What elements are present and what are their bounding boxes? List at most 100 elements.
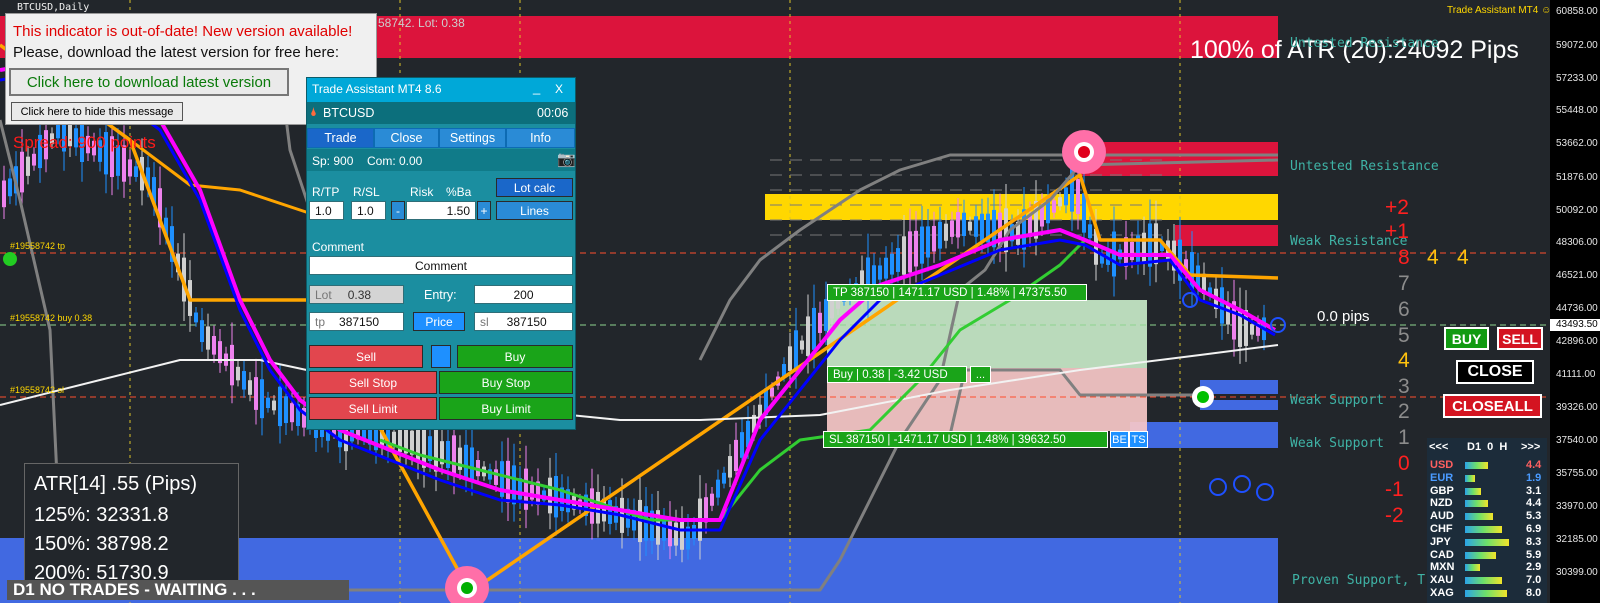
symbol-timeframe: BTCUSD,Daily [17, 2, 90, 13]
spread-text: Spread: 900 points [13, 133, 156, 152]
trailing-stop-button[interactable]: TS [1129, 431, 1148, 448]
tp-box[interactable]: TP 387150 | 1471.17 USD | 1.48% | 47375.… [827, 284, 1087, 301]
download-latest-button[interactable]: Click here to download latest version [9, 68, 289, 96]
lines-button[interactable]: Lines [496, 201, 573, 220]
candle-body [830, 298, 834, 319]
hide-message-button[interactable]: Click here to hide this message [11, 102, 183, 121]
candle-body [1052, 200, 1056, 213]
candle-body [230, 344, 234, 386]
strength-value: 5.3 [1526, 510, 1542, 523]
panel-spread: Sp: 900 [312, 154, 354, 168]
candle-body [260, 379, 264, 419]
entry-input[interactable]: 200 [474, 285, 573, 304]
candle-body [896, 248, 900, 272]
sell-button[interactable]: Sell [309, 345, 423, 368]
price-tick-label: 39326.00 [1556, 402, 1598, 413]
comment-input[interactable]: Comment [309, 256, 573, 275]
level-number: 4 [1457, 246, 1469, 269]
tab-trade[interactable]: Trade [307, 128, 374, 148]
candle-body [242, 371, 246, 390]
level-number: 1 [1398, 426, 1410, 449]
strength-bar [1465, 526, 1502, 533]
level-number: 8 [1398, 246, 1410, 269]
minimize-button[interactable]: _ [533, 80, 540, 95]
camera-icon[interactable]: 📷 [557, 150, 576, 168]
breakeven-button[interactable]: BE [1110, 431, 1129, 448]
price-tick-label: 55448.00 [1556, 105, 1598, 116]
strength-value: 3.1 [1526, 484, 1542, 497]
alert-line-2: Please, download the latest version for … [13, 44, 340, 61]
close-panel-button[interactable]: X [555, 82, 563, 96]
currency-code: USD [1430, 459, 1454, 471]
candle-body [908, 231, 912, 273]
candle-body [680, 521, 684, 550]
candle-body [722, 472, 726, 484]
candle-body [392, 431, 396, 446]
tab-info[interactable]: Info [506, 128, 575, 148]
atr-box: ATR[14] .55 (Pips) 125%: 32331.8 150%: 3… [24, 463, 239, 586]
left-green-dot [3, 252, 17, 266]
buy-limit-button[interactable]: Buy Limit [439, 397, 573, 420]
chart-close-button[interactable]: CLOSE [1456, 360, 1534, 384]
level-number: 3 [1398, 375, 1410, 398]
currency-code: XAU [1430, 574, 1454, 587]
price-button[interactable]: Price [413, 312, 465, 331]
mt4-window: BTCUSD,Daily Trade Assistant MT4 ☺ 100% … [0, 0, 1600, 603]
chart-buy-button[interactable]: BUY [1444, 327, 1489, 350]
panel-titlebar[interactable]: Trade Assistant MT4 8.6 _ X [307, 78, 575, 102]
strength-value: 4.4 [1526, 497, 1542, 510]
candle-body [1142, 232, 1146, 263]
sl-input[interactable]: sl 387150 [474, 312, 573, 331]
candle-body [920, 226, 924, 264]
buy-button[interactable]: Buy [457, 345, 573, 368]
candle-body [464, 444, 468, 478]
strength-bar [1465, 577, 1502, 585]
risk-increase-button[interactable]: + [477, 201, 491, 220]
sl-box[interactable]: SL 387150 | -1471.17 USD | 1.48% | 39632… [823, 431, 1108, 448]
candle-body [710, 493, 714, 506]
buy-stop-button[interactable]: Buy Stop [439, 371, 573, 394]
order-text-behind-alert: 58742. Lot: 0.38 [378, 16, 465, 30]
toggle-square-button[interactable] [431, 345, 451, 368]
pivot-marker-top-core [1078, 146, 1090, 158]
arrow-marker [1182, 292, 1198, 308]
candle-body [644, 506, 648, 541]
corner-title: Trade Assistant MT4 ☺ [1447, 5, 1552, 16]
candle-body [800, 340, 804, 350]
candle-body [956, 212, 960, 238]
level-number: 5 [1398, 324, 1410, 347]
lot-calc-button[interactable]: Lot calc [496, 178, 573, 197]
sell-limit-button[interactable]: Sell Limit [309, 397, 437, 420]
status-bar: D1 NO TRADES - WAITING . . . [7, 580, 349, 600]
buy-box[interactable]: Buy | 0.38 | -3.42 USD [827, 366, 967, 383]
price-tick-label: 42896.00 [1556, 336, 1598, 347]
strength-bar [1465, 487, 1481, 495]
strength-next-button[interactable]: >>> [1521, 441, 1540, 453]
strength-prev-button[interactable]: <<< [1429, 441, 1448, 453]
candle-body [1220, 287, 1224, 324]
rsl-label: R/SL [353, 185, 380, 199]
zone-label-weak-support-2: Weak Support [1290, 436, 1384, 451]
strength-bar [1465, 500, 1488, 508]
tp-line-label: #19558742 tp [10, 241, 66, 251]
lot-input[interactable]: Lot 0.38 [309, 285, 404, 304]
currency-code: MXN [1430, 561, 1455, 574]
tp-input[interactable]: tp 387150 [309, 312, 404, 331]
candle-body [938, 221, 942, 249]
rsl-input[interactable]: 1.0 [351, 201, 386, 220]
buy-signal-core [1197, 391, 1209, 403]
currency-code: GBP [1430, 484, 1454, 497]
panel-symbol: BTCUSD [323, 106, 375, 120]
chart-sell-button[interactable]: SELL [1497, 327, 1543, 350]
rtp-input[interactable]: 1.0 [309, 201, 344, 220]
currency-code: JPY [1430, 535, 1451, 548]
candle-body [728, 456, 732, 478]
buy-more-button[interactable]: ... [970, 366, 991, 383]
risk-input[interactable]: 1.50 [406, 201, 476, 220]
risk-decrease-button[interactable]: - [391, 201, 405, 220]
tab-close[interactable]: Close [374, 128, 439, 148]
tab-settings[interactable]: Settings [439, 128, 506, 148]
sell-stop-button[interactable]: Sell Stop [309, 371, 437, 394]
atr-line-2: 125%: 32331.8 [34, 504, 169, 526]
chart-closeall-button[interactable]: CLOSEALL [1443, 394, 1542, 418]
